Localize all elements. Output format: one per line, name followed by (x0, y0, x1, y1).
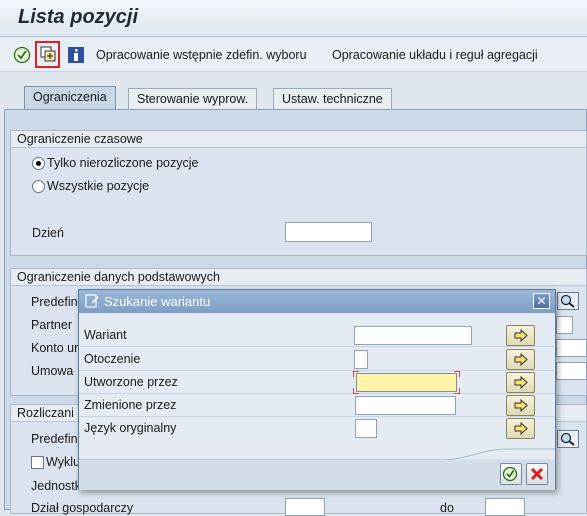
row-label: Partner (31, 318, 72, 332)
close-icon[interactable]: ✕ (533, 293, 550, 309)
execute-button[interactable] (500, 463, 522, 485)
arrow-right-icon (514, 352, 528, 367)
find-variant-dialog: Szukanie wariantu ✕ Wariant Otoczenie Ut… (78, 289, 556, 490)
variant-row: Wariant (79, 324, 555, 347)
row-label: Jednostk (31, 479, 82, 493)
multiple-selection-button[interactable] (506, 325, 535, 346)
multiple-selection-button[interactable] (506, 395, 535, 416)
tab-sterowanie[interactable]: Sterowanie wyprow. (128, 88, 258, 110)
arrow-right-icon (514, 398, 528, 413)
toolbar-predefined-selection[interactable]: Opracowanie wstępnie zdefin. wyboru (96, 48, 307, 62)
multiple-selection-button[interactable] (506, 372, 535, 393)
field-label: Język oryginalny (84, 421, 177, 435)
dialog-window-icon (85, 294, 99, 308)
exclude-checkbox[interactable] (31, 456, 44, 469)
focus-corners (353, 371, 460, 394)
radio-all-items[interactable] (32, 180, 45, 193)
language-input[interactable] (355, 419, 377, 438)
row-label: Umowa (31, 364, 74, 378)
page-title: Lista pozycji (18, 6, 139, 28)
info-icon[interactable] (67, 46, 85, 64)
cancel-button[interactable] (526, 463, 548, 485)
tab-strip: Ograniczenia Sterowanie wyprow. Ustaw. t… (0, 84, 587, 111)
environment-row: Otoczenie (79, 348, 555, 371)
row-label: Predefin (31, 432, 78, 446)
field-label: Otoczenie (84, 352, 141, 366)
radio-label: Wszystkie pozycje (47, 179, 150, 193)
changed-by-input[interactable] (355, 396, 456, 415)
get-variant-icon[interactable] (39, 45, 57, 63)
dialog-body: Wariant Otoczenie Utworzone przez Zmieni… (79, 314, 555, 459)
day-input[interactable] (285, 222, 372, 242)
original-language-row: Język oryginalny (79, 417, 555, 440)
arrow-right-icon (514, 421, 528, 436)
group-title: Ograniczenie czasowe (11, 131, 586, 148)
search-icon[interactable] (557, 430, 579, 448)
variant-input[interactable] (354, 326, 472, 345)
field-label: Wariant (84, 328, 127, 342)
dialog-title: Szukanie wariantu (104, 294, 211, 309)
execute-icon (502, 466, 518, 482)
arrow-right-icon (514, 328, 528, 343)
to-label: do (440, 501, 454, 515)
environment-input[interactable] (354, 350, 368, 369)
contract-input[interactable] (556, 362, 587, 380)
radio-label: Tylko nierozliczone pozycje (47, 156, 199, 170)
row-label: Dział gospodarczy (31, 501, 134, 515)
radio-unsettled-items[interactable] (32, 157, 45, 170)
day-label: Dzień (32, 226, 64, 240)
row-label: Wyklu (46, 455, 80, 469)
field-label: Utworzone przez (84, 375, 178, 389)
tab-ograniczenia[interactable]: Ograniczenia (24, 86, 116, 111)
title-bar: Lista pozycji (0, 0, 587, 37)
group-title: Ograniczenie danych podstawowych (11, 269, 586, 286)
multiple-selection-button[interactable] (506, 349, 535, 370)
account-input[interactable] (556, 339, 587, 357)
dialog-title-bar[interactable]: Szukanie wariantu ✕ (79, 290, 555, 313)
business-area-to-input[interactable] (485, 498, 525, 516)
partner-input[interactable] (556, 316, 573, 334)
changed-by-row: Zmienione przez (79, 394, 555, 417)
tab-ustawienia-techniczne[interactable]: Ustaw. techniczne (273, 88, 392, 110)
row-label: Konto ur (31, 341, 79, 355)
search-icon[interactable] (557, 292, 579, 310)
arrow-right-icon (514, 375, 528, 390)
cancel-icon (530, 467, 544, 481)
created-by-row: Utworzone przez (79, 371, 555, 394)
toolbar-layout-rules[interactable]: Opracowanie układu i reguł agregacji (332, 48, 538, 62)
dialog-footer (79, 460, 555, 490)
execute-icon[interactable] (13, 46, 31, 64)
row-label: Predefin (31, 295, 78, 309)
multiple-selection-button[interactable] (506, 418, 535, 439)
business-area-from-input[interactable] (285, 498, 325, 516)
field-label: Zmienione przez (84, 398, 177, 412)
